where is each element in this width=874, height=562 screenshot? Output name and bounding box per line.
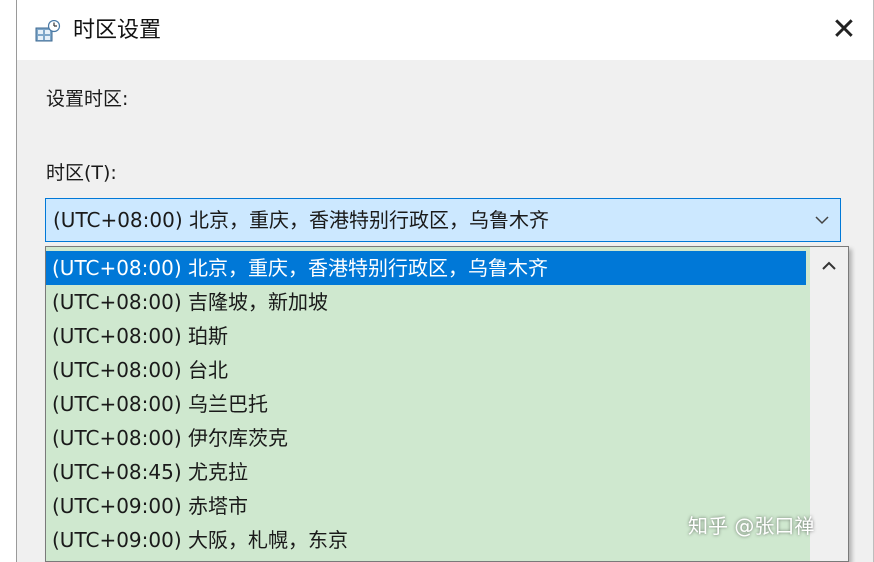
- watermark: 知乎 @张口禅: [688, 514, 815, 538]
- timezone-option[interactable]: (UTC+08:00) 珀斯: [46, 319, 806, 353]
- timezone-option[interactable]: (UTC+08:00) 台北: [46, 353, 806, 387]
- close-button[interactable]: ✕: [821, 8, 867, 52]
- section-label: 设置时区:: [46, 88, 129, 110]
- dropdown-scrollbar[interactable]: [810, 247, 848, 561]
- timezone-selected-value: (UTC+08:00) 北京，重庆，香港特别行政区，乌鲁木齐: [53, 208, 550, 232]
- timezone-combobox[interactable]: (UTC+08:00) 北京，重庆，香港特别行政区，乌鲁木齐: [45, 198, 841, 242]
- window-title: 时区设置: [73, 18, 162, 43]
- timezone-field-label: 时区(T):: [46, 162, 117, 184]
- timezone-option[interactable]: (UTC+08:00) 乌兰巴托: [46, 387, 806, 421]
- chevron-down-icon: [815, 216, 829, 225]
- timezone-option[interactable]: (UTC+08:00) 吉隆坡，新加坡: [46, 285, 806, 319]
- close-icon: ✕: [831, 12, 857, 47]
- timezone-dialog: 时区设置 ✕ 设置时区: 时区(T): (UTC+08:00) 北京，重庆，香港…: [16, 0, 874, 562]
- timezone-option[interactable]: (UTC+08:45) 尤克拉: [46, 455, 806, 489]
- timezone-option[interactable]: (UTC+08:00) 伊尔库茨克: [46, 421, 806, 455]
- title-bar: 时区设置 ✕: [17, 0, 873, 60]
- chevron-up-icon[interactable]: [818, 257, 840, 275]
- timezone-option[interactable]: (UTC+08:00) 北京，重庆，香港特别行政区，乌鲁木齐: [46, 251, 806, 285]
- timezone-settings-icon: [35, 20, 61, 42]
